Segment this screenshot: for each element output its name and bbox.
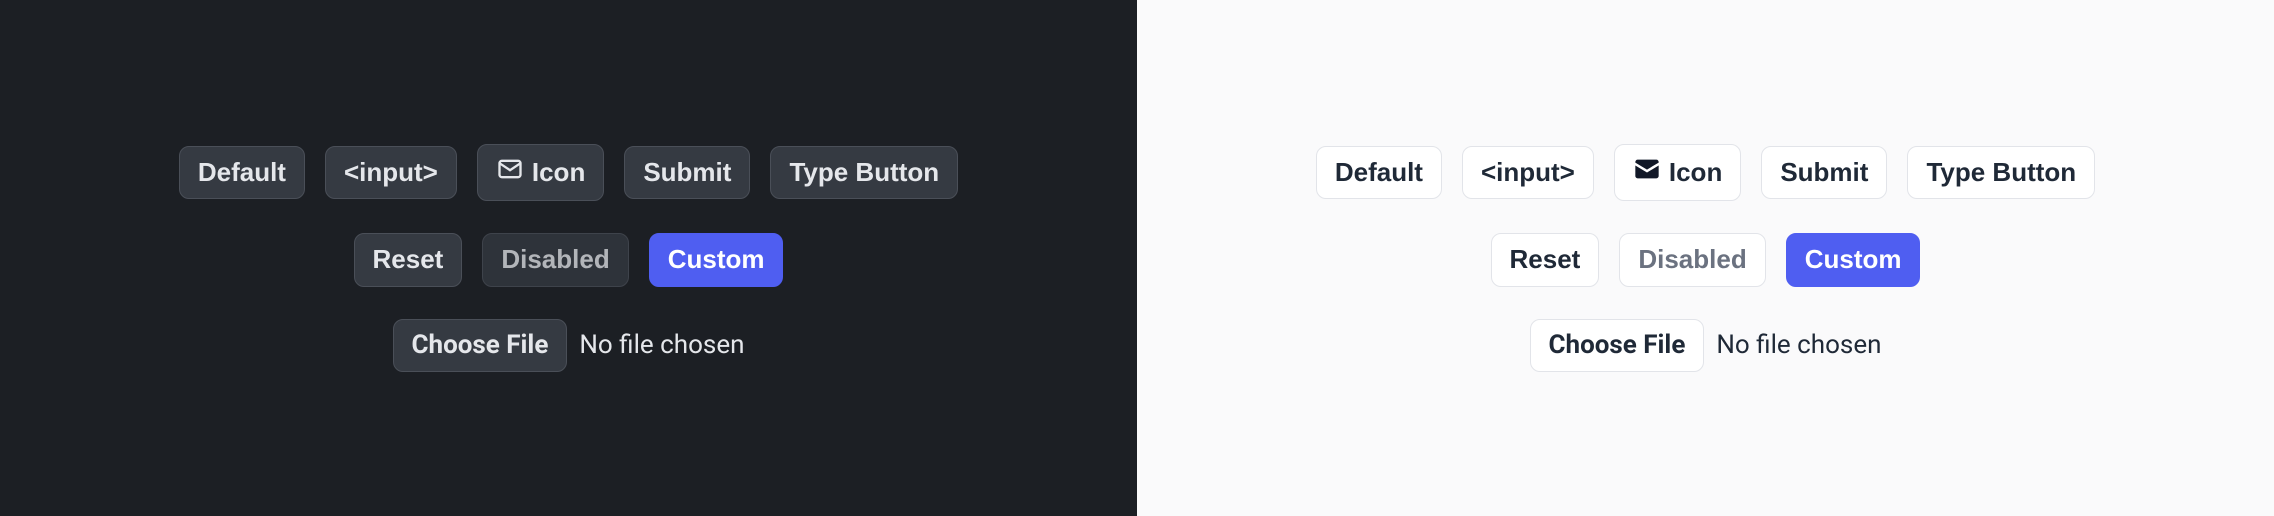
type-button[interactable]: Type Button — [770, 146, 958, 199]
file-input-row: Choose File No file chosen — [393, 319, 745, 372]
icon-button[interactable]: Icon — [477, 144, 604, 201]
choose-file-button[interactable]: Choose File — [393, 319, 568, 372]
button-row-1: Default <input> Icon Submit Type Button — [1316, 144, 2095, 201]
file-input[interactable]: Choose File No file chosen — [393, 319, 745, 372]
file-status-text: No file chosen — [1716, 330, 1881, 360]
button-row-2: Reset Disabled Custom — [1491, 233, 1921, 286]
disabled-button: Disabled — [482, 233, 628, 286]
input-button[interactable]: <input> — [325, 146, 457, 199]
custom-button[interactable]: Custom — [1786, 233, 1921, 286]
dark-theme-panel: Default <input> Icon Submit Type Button … — [0, 0, 1137, 516]
submit-button[interactable]: Submit — [1761, 146, 1887, 199]
file-input-row: Choose File No file chosen — [1530, 319, 1882, 372]
custom-button[interactable]: Custom — [649, 233, 784, 286]
mail-icon — [496, 155, 524, 190]
light-theme-panel: Default <input> Icon Submit Type Button … — [1137, 0, 2274, 516]
default-button[interactable]: Default — [179, 146, 305, 199]
default-button[interactable]: Default — [1316, 146, 1442, 199]
submit-button[interactable]: Submit — [624, 146, 750, 199]
input-button[interactable]: <input> — [1462, 146, 1594, 199]
icon-button-label: Icon — [1669, 157, 1722, 188]
reset-button[interactable]: Reset — [1491, 233, 1600, 286]
mail-icon — [1633, 155, 1661, 190]
type-button[interactable]: Type Button — [1907, 146, 2095, 199]
choose-file-button[interactable]: Choose File — [1530, 319, 1705, 372]
button-row-1: Default <input> Icon Submit Type Button — [179, 144, 958, 201]
icon-button[interactable]: Icon — [1614, 144, 1741, 201]
icon-button-label: Icon — [532, 157, 585, 188]
button-row-2: Reset Disabled Custom — [354, 233, 784, 286]
file-status-text: No file chosen — [579, 330, 744, 360]
reset-button[interactable]: Reset — [354, 233, 463, 286]
disabled-button: Disabled — [1619, 233, 1765, 286]
file-input[interactable]: Choose File No file chosen — [1530, 319, 1882, 372]
